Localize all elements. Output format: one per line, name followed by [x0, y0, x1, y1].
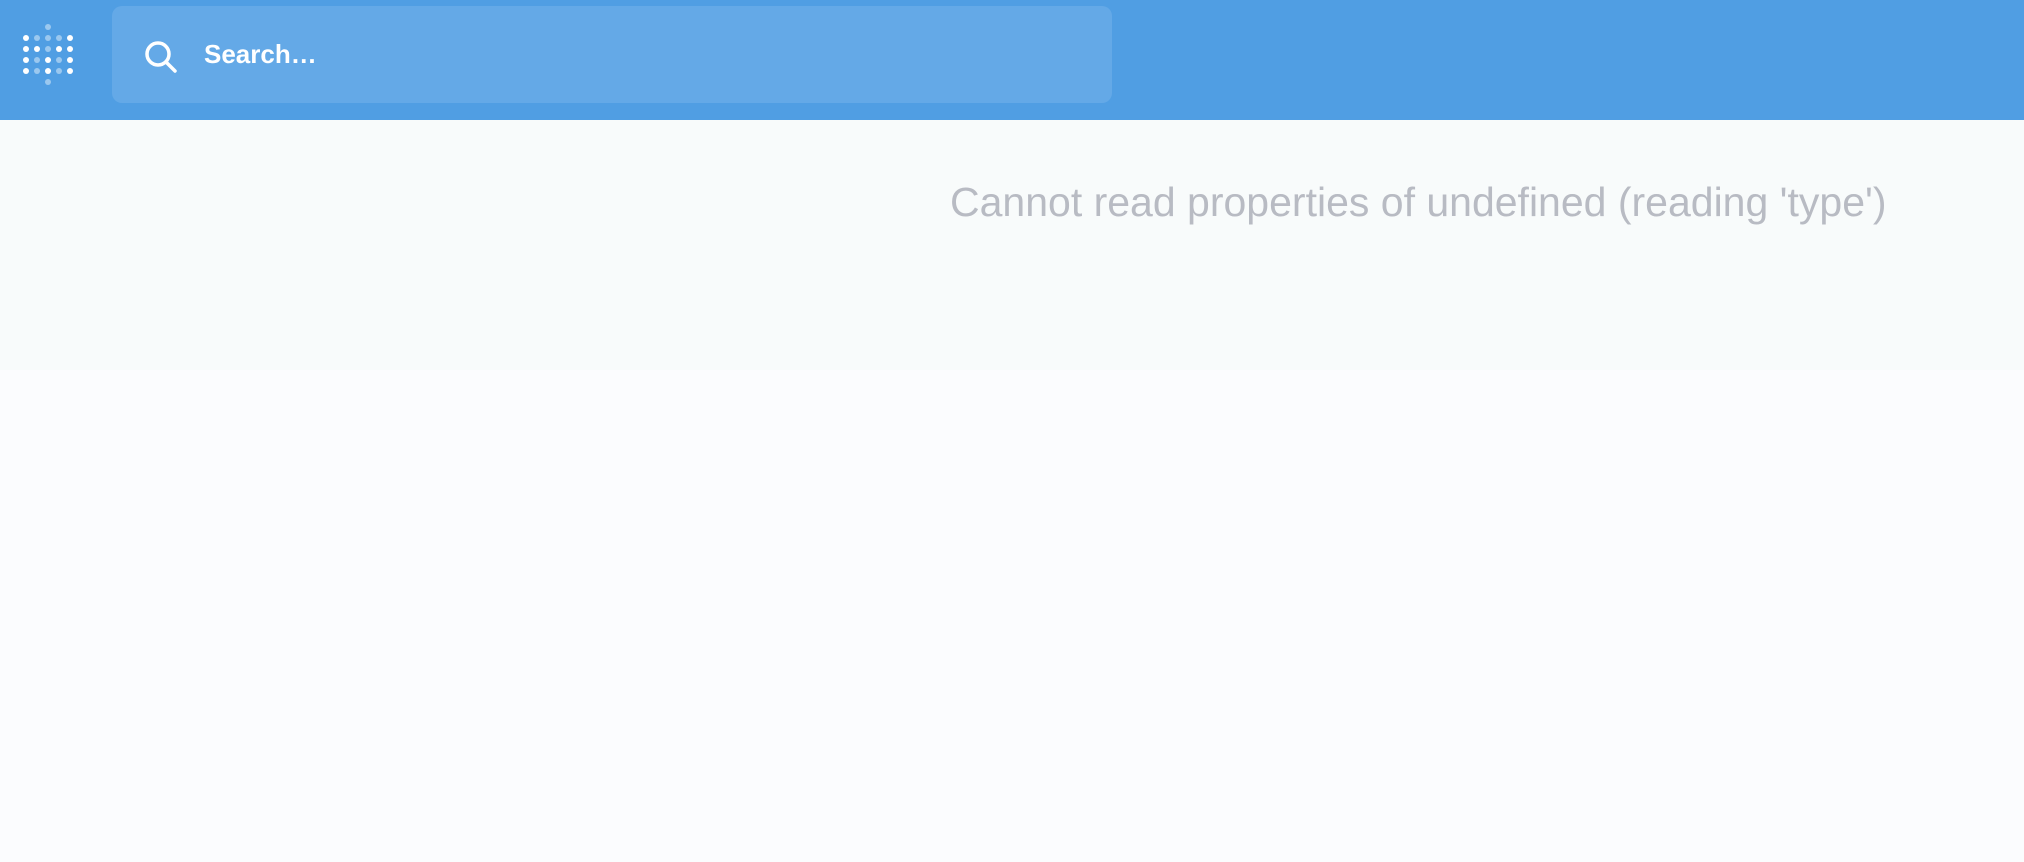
search-icon — [144, 40, 178, 74]
main-content: Cannot read properties of undefined (rea… — [0, 120, 2024, 862]
metabase-logo-icon[interactable] — [22, 22, 74, 88]
search-bar[interactable] — [112, 6, 1112, 103]
error-message: Cannot read properties of undefined (rea… — [950, 179, 1887, 225]
search-input[interactable] — [192, 6, 1072, 103]
top-navigation-bar — [0, 0, 2024, 120]
